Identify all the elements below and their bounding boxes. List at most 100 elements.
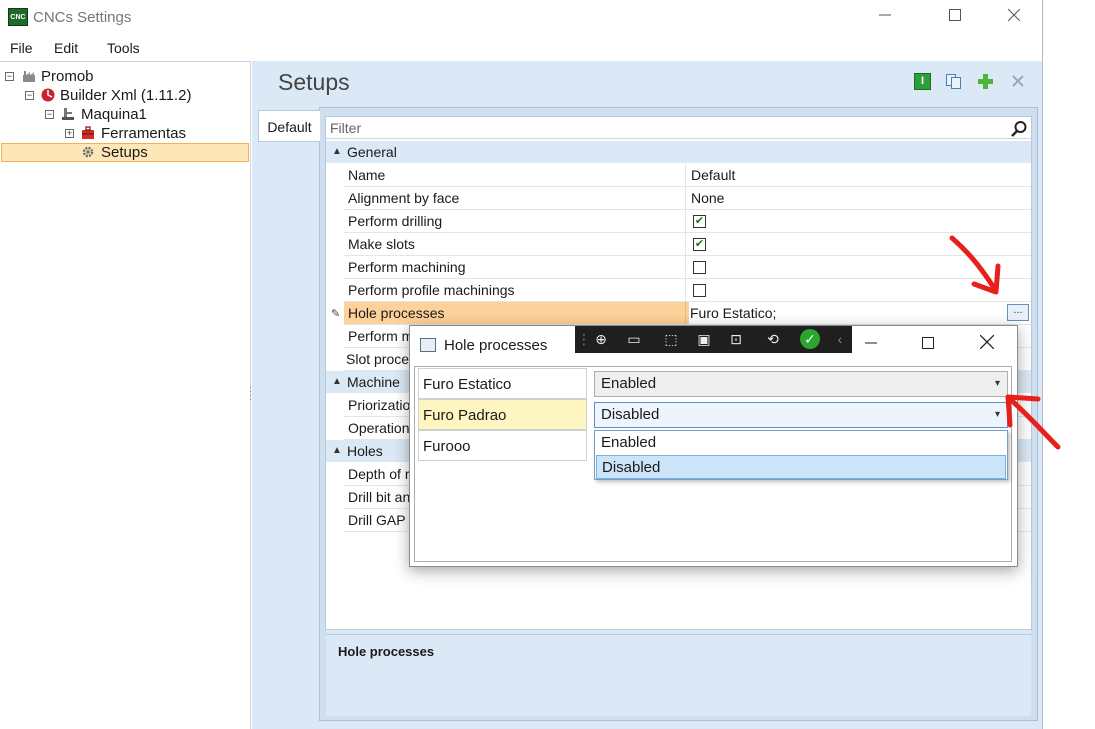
prop-row-alignment[interactable]: Alignment by face None: [344, 187, 1031, 210]
tree-label: Setups: [101, 144, 148, 161]
maximize-icon: [922, 337, 934, 349]
prop-name: Perform profile machinings: [348, 279, 686, 301]
checkbox-unchecked[interactable]: [693, 261, 706, 274]
prop-name: Alignment by face: [348, 187, 686, 209]
machine-icon: [62, 108, 74, 120]
prop-row-hole-processes[interactable]: Hole processes Furo Estatico;: [344, 302, 1031, 325]
filter-box: [326, 117, 1031, 139]
delete-button[interactable]: [1010, 73, 1027, 90]
category-label: Machine: [347, 374, 400, 390]
close-icon: [1007, 8, 1021, 22]
dialog-window-icon: [420, 338, 436, 352]
tab-default[interactable]: Default: [258, 110, 320, 142]
collapse-caret-icon[interactable]: ▲: [332, 440, 342, 462]
dialog-maximize-button[interactable]: [905, 327, 951, 363]
copy-icon: [946, 74, 961, 89]
tree-label: Maquina1: [81, 106, 147, 123]
prop-value[interactable]: Furo Estatico;: [690, 302, 776, 324]
menu-bar: File Edit Tools: [0, 38, 1042, 60]
process-combo[interactable]: Enabled ▾: [594, 371, 1008, 397]
cnc-app-icon: CNC: [8, 8, 28, 26]
checkmark-icon[interactable]: ✓: [800, 329, 820, 349]
maximize-button[interactable]: [932, 0, 978, 34]
combo-value: Disabled: [601, 406, 660, 423]
title-bar: CNC CNCs Settings: [0, 0, 1042, 34]
chevron-down-icon: ▾: [994, 409, 1000, 420]
combo-value: Enabled: [601, 375, 657, 392]
tree-label: Builder Xml (1.11.2): [60, 87, 192, 104]
dropdown-option-enabled[interactable]: Enabled: [596, 431, 1006, 455]
process-name: Furo Padrao: [418, 399, 587, 430]
checkbox-checked[interactable]: ✔: [693, 215, 706, 228]
pointer-select-icon[interactable]: ⬚: [662, 331, 680, 348]
menu-edit[interactable]: Edit: [54, 40, 78, 56]
drag-handle-icon[interactable]: ⋮: [577, 331, 591, 348]
add-icon: [978, 74, 993, 89]
copy-button[interactable]: [945, 73, 962, 90]
category-label: Holes: [347, 443, 383, 459]
process-name: Furooo: [418, 430, 587, 461]
window-title: CNCs Settings: [33, 9, 132, 26]
debug-toolbar: ⋮ ⊕ ▭ ⬚ ▣ ⊡ ⟲ ✓ ‹: [575, 326, 852, 353]
checkbox-checked[interactable]: ✔: [693, 238, 706, 251]
frame-icon[interactable]: ▣: [695, 331, 713, 348]
chevron-left-icon[interactable]: ‹: [831, 331, 849, 348]
add-button[interactable]: [977, 73, 994, 90]
search-icon[interactable]: [1010, 120, 1028, 138]
process-combo[interactable]: Disabled ▾: [594, 402, 1008, 428]
prop-row-perform-drilling[interactable]: Perform drilling ✔: [344, 210, 1031, 233]
ellipsis-button[interactable]: ...: [1007, 304, 1029, 321]
prop-row-make-slots[interactable]: Make slots ✔: [344, 233, 1031, 256]
chevron-down-icon: ▾: [994, 378, 1000, 389]
minimize-button[interactable]: [862, 0, 908, 34]
filter-input[interactable]: [330, 119, 990, 137]
process-name: Furo Estatico: [418, 368, 587, 399]
prop-name: Make slots: [348, 233, 686, 255]
delete-icon: [1012, 75, 1024, 87]
select-element-icon[interactable]: ⊕: [592, 331, 610, 348]
dialog-minimize-button[interactable]: [848, 327, 894, 363]
collapse-toggle-icon[interactable]: −: [25, 91, 34, 100]
select-area-icon[interactable]: ⊡: [727, 331, 745, 348]
toolbox-icon: [82, 126, 94, 139]
collapse-caret-icon[interactable]: ▲: [332, 371, 342, 393]
video-camera-icon[interactable]: ▭: [625, 331, 643, 348]
category-general[interactable]: ▲ General: [326, 141, 1031, 163]
grid-gutter: [326, 163, 344, 533]
dropdown-option-disabled[interactable]: Disabled: [596, 455, 1006, 479]
dialog-row-furo-padrao: Furo Padrao Disabled ▾: [416, 399, 1010, 430]
collapse-toggle-icon[interactable]: −: [5, 72, 14, 81]
close-button[interactable]: [991, 0, 1037, 34]
prop-name: Hole processes: [348, 302, 686, 324]
factory-icon: [23, 71, 35, 82]
dropdown-list: Enabled Disabled: [594, 430, 1008, 480]
expand-toggle-icon[interactable]: +: [65, 129, 74, 138]
prop-name: Perform drilling: [348, 210, 686, 232]
maximize-icon: [949, 9, 961, 21]
prop-row-profile-machinings[interactable]: Perform profile machinings: [344, 279, 1031, 302]
minimize-icon: [879, 14, 891, 16]
prop-name: Name: [348, 164, 686, 186]
checkbox-unchecked[interactable]: [693, 284, 706, 297]
prop-value[interactable]: None: [691, 187, 724, 209]
dialog-close-button[interactable]: [964, 327, 1010, 363]
tree-panel: − Promob − Builder Xml (1.11.2) − Maquin…: [0, 61, 251, 729]
info-icon: I: [920, 75, 925, 87]
minimize-icon: [865, 342, 877, 344]
collapse-caret-icon[interactable]: ▲: [332, 141, 342, 163]
help-title: Hole processes: [338, 644, 435, 659]
prop-name: Perform machining: [348, 256, 686, 278]
category-label: General: [347, 144, 397, 160]
hot-reload-icon[interactable]: ⟲: [764, 331, 782, 348]
info-button[interactable]: I: [914, 73, 931, 90]
pencil-icon: ✎: [331, 308, 341, 320]
menu-file[interactable]: File: [10, 40, 33, 56]
collapse-toggle-icon[interactable]: −: [45, 110, 54, 119]
prop-row-name[interactable]: Name Default: [344, 164, 1031, 187]
menu-tools[interactable]: Tools: [107, 40, 140, 56]
prop-value[interactable]: Default: [691, 164, 735, 186]
dialog-title: Hole processes: [444, 337, 548, 354]
page-title: Setups: [278, 69, 350, 95]
builder-icon: [41, 88, 55, 102]
prop-row-perform-machining[interactable]: Perform machining: [344, 256, 1031, 279]
